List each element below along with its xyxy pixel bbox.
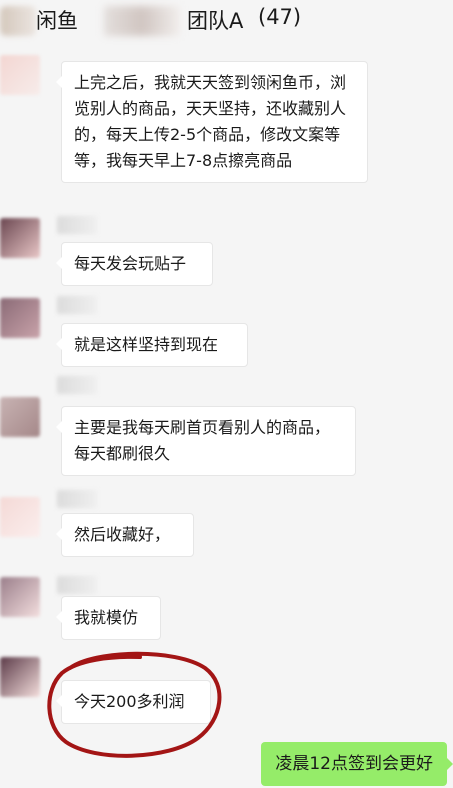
blurred-nickname [57,296,97,314]
blurred-nickname [57,490,97,508]
message-bubble[interactable]: 然后收藏好， [56,513,194,557]
message-bubble[interactable]: 今天200多利润 [56,680,211,724]
avatar[interactable] [0,497,40,537]
blurred-nickname [57,576,97,594]
chat-title-part2[interactable]: 团队A [187,5,243,35]
chat-header: 闲鱼 团队A (47) [0,0,453,40]
message-bubble[interactable]: 主要是我每天刷首页看别人的商品，每天都刷很久 [56,406,356,476]
avatar[interactable] [0,218,40,258]
avatar[interactable] [0,397,40,437]
chat-title-part1: 闲鱼 [36,9,78,33]
blurred-avatar-fragment [0,6,36,36]
avatar[interactable] [0,657,40,697]
blurred-title-fragment [104,6,180,36]
message-bubble[interactable]: 上完之后，我就天天签到领闲鱼币，浏览别人的商品，天天坚持，还收藏别人的，每天上传… [56,61,368,183]
blurred-nickname [57,216,97,234]
avatar[interactable] [0,577,40,617]
avatar[interactable] [0,55,40,95]
member-count: (47) [258,5,302,29]
avatar[interactable] [0,298,40,338]
message-bubble[interactable]: 每天发会玩贴子 [56,242,213,286]
message-bubble[interactable]: 就是这样坚持到现在 [56,323,248,367]
message-bubble[interactable]: 我就模仿 [56,596,161,640]
blurred-nickname [57,376,97,394]
outgoing-message-bubble[interactable]: 凌晨12点签到会更好 [261,742,453,786]
